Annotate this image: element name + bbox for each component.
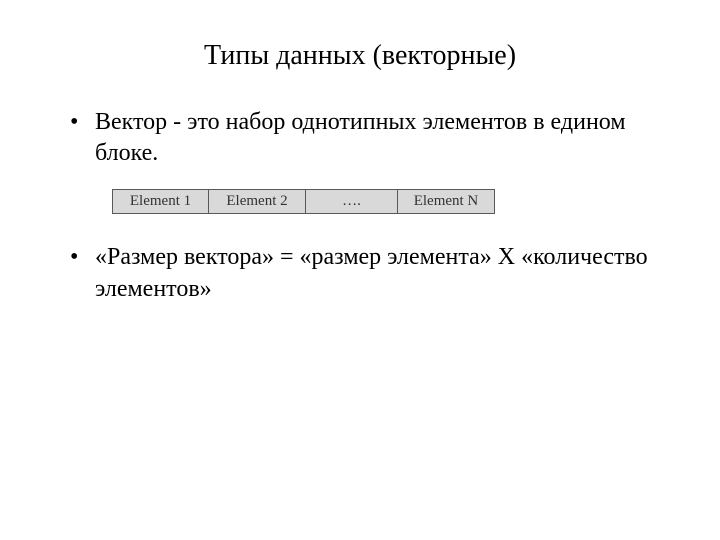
diagram-cell-3: …. [306, 189, 398, 214]
diagram-cell-1: Element 1 [112, 189, 209, 214]
bullet-item-1: Вектор - это набор однотипных элементов … [70, 107, 670, 169]
slide-title: Типы данных (векторные) [50, 40, 670, 72]
bullet-list-2: «Размер вектора» = «размер элемента» Х «… [50, 242, 670, 304]
bullet-list: Вектор - это набор однотипных элементов … [50, 107, 670, 169]
vector-diagram: Element 1 Element 2 …. Element N [112, 189, 670, 214]
bullet-item-2: «Размер вектора» = «размер элемента» Х «… [70, 242, 670, 304]
diagram-cell-4: Element N [398, 189, 495, 214]
diagram-cell-2: Element 2 [209, 189, 306, 214]
